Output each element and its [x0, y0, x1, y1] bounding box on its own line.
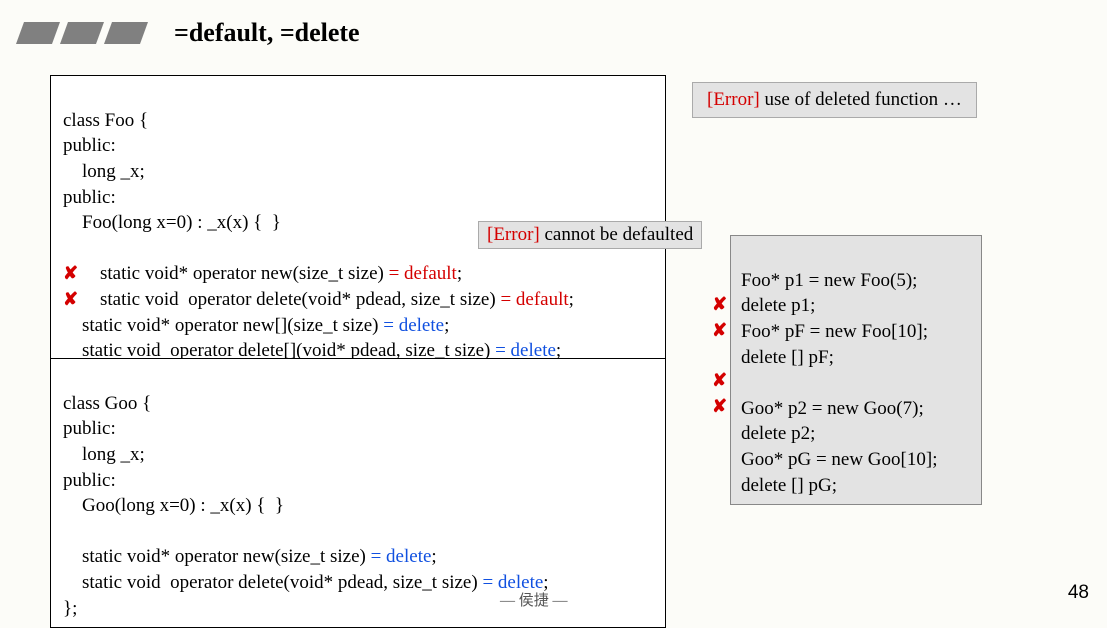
slide-title: =default, =delete: [174, 18, 360, 48]
x-mark-icon: ✘: [712, 370, 727, 391]
decor-parallelogram: [60, 22, 104, 44]
error-callout-defaulted: [Error] cannot be defaulted: [478, 221, 702, 249]
code-line: Goo* pG = new Goo[10];: [741, 449, 937, 470]
code-line: public:: [63, 187, 116, 208]
code-line: class Goo {: [63, 393, 151, 414]
footer-author: — 侯捷 —: [500, 589, 568, 610]
error-tag: [Error]: [487, 224, 540, 245]
decor-parallelogram: [16, 22, 60, 44]
code-line: Goo(long x=0) : _x(x) { }: [63, 495, 284, 516]
x-mark-icon: ✘: [712, 320, 727, 341]
code-line: delete [] pF;: [741, 347, 834, 368]
code-line: public:: [63, 135, 116, 156]
codebox-goo: class Goo { public: long _x; public: Goo…: [50, 358, 666, 628]
code-line: delete p1;: [741, 295, 815, 316]
code-line: Foo* p1 = new Foo(5);: [741, 270, 917, 291]
code-line: public:: [63, 418, 116, 439]
code-line: Foo* pF = new Foo[10];: [741, 321, 928, 342]
code-line: };: [63, 598, 77, 619]
error-callout-deleted: [Error] use of deleted function …: [692, 82, 977, 118]
error-text: cannot be defaulted: [540, 224, 694, 245]
code-line: delete [] pG;: [741, 475, 837, 496]
code-line: long _x;: [63, 161, 145, 182]
error-text: use of deleted function …: [760, 89, 962, 110]
code-line: public:: [63, 470, 116, 491]
decor-parallelogram: [104, 22, 148, 44]
code-line: Goo* p2 = new Goo(7);: [741, 398, 924, 419]
code-line: Foo(long x=0) : _x(x) { }: [63, 212, 281, 233]
x-mark-icon: ✘: [712, 294, 727, 315]
code-line: long _x;: [63, 444, 145, 465]
error-tag: [Error]: [707, 89, 760, 110]
x-mark-icon: ✘: [63, 287, 81, 311]
slide-header: =default, =delete: [20, 18, 360, 48]
x-mark-icon: ✘: [63, 261, 81, 285]
x-mark-icon: ✘: [712, 396, 727, 417]
code-line: delete p2;: [741, 423, 815, 444]
codebox-usage: Foo* p1 = new Foo(5); delete p1; Foo* pF…: [730, 235, 982, 505]
code-line: class Foo {: [63, 110, 148, 131]
slide-number: 48: [1068, 582, 1089, 604]
